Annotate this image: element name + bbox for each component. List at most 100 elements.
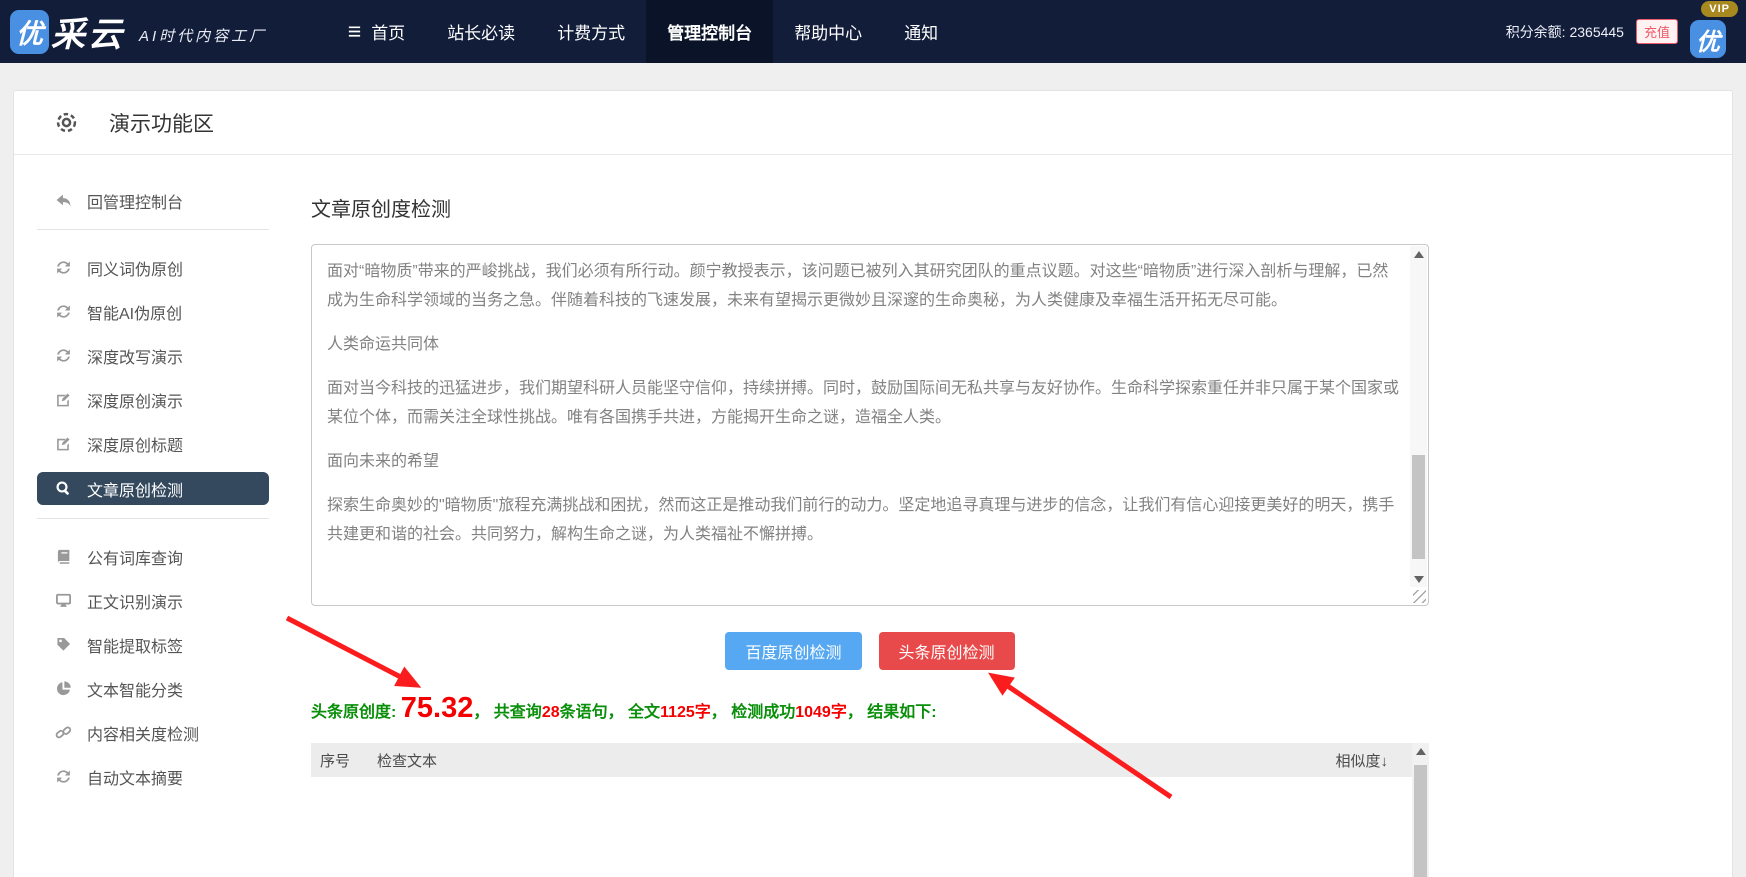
panel-header: 演示功能区 — [14, 91, 1732, 155]
sync-icon — [55, 259, 72, 276]
sync-icon — [55, 303, 72, 320]
main-content: 文章原创度检测 面对“暗物质”带来的严峻挑战，我们必须有所行动。颜宁教授表示，该… — [269, 155, 1732, 877]
sidebar-item-deep-original-demo[interactable]: 深度原创演示 — [37, 384, 269, 415]
account-area: 积分余额: 2365445 充值 优 VIP — [1506, 0, 1746, 63]
nav-item-pricing[interactable]: 计费方式 — [536, 0, 646, 63]
baidu-check-button[interactable]: 百度原创检测 — [725, 632, 862, 670]
sidebar-item-label: 文章原创检测 — [87, 482, 184, 500]
sidebar-item-label: 内容相关度检测 — [87, 726, 200, 744]
resize-grip-icon[interactable] — [1413, 590, 1426, 603]
sidebar-item-ai-rewrite[interactable]: 智能AI伪原创 — [37, 296, 269, 327]
brand-logo[interactable]: 优 采云 AI时代内容工厂 — [0, 7, 267, 56]
nav-item-label: 帮助中心 — [794, 24, 863, 43]
points-balance: 积分余额: 2365445 — [1505, 23, 1624, 40]
col-header-index: 序号 — [320, 752, 351, 770]
sidebar-item-body-extraction-demo[interactable]: 正文识别演示 — [37, 585, 269, 616]
user-avatar-wrap: 优 VIP — [1690, 0, 1738, 63]
reply-icon — [55, 192, 72, 209]
sidebar-item-public-lexicon[interactable]: 公有词库查询 — [37, 541, 269, 572]
originality-score: 75.32 — [400, 692, 474, 724]
nav-item-admin-console[interactable]: 管理控制台 — [646, 0, 774, 63]
total-chars: 1125字 — [660, 704, 711, 721]
monitor-icon — [55, 592, 72, 609]
checked-chars: 1049字 — [795, 704, 847, 721]
scrollbar-thumb[interactable] — [1414, 765, 1427, 877]
sidebar-item-label: 自动文本摘要 — [87, 770, 184, 788]
tag-icon — [55, 636, 72, 653]
link-icon — [55, 724, 72, 741]
article-textarea-box: 面对“暗物质”带来的严峻挑战，我们必须有所行动。颜宁教授表示，该问题已被列入其研… — [311, 244, 1429, 606]
sidebar-item-label: 深度原创标题 — [87, 437, 184, 455]
vip-badge: VIP — [1701, 1, 1738, 17]
panel-title: 演示功能区 — [109, 112, 214, 136]
brand-logo-icon: 优 — [10, 9, 49, 54]
nav-item-label: 站长必读 — [447, 24, 516, 43]
sidebar-item-label: 深度原创演示 — [87, 393, 184, 411]
nav-item-label: 计费方式 — [557, 24, 626, 43]
scrollbar-thumb[interactable] — [1412, 455, 1425, 559]
sidebar-item-back-to-console[interactable]: 回管理控制台 — [37, 185, 269, 216]
edit-icon — [55, 391, 72, 408]
result-text: ， 共查询 — [473, 704, 542, 721]
nav-item-label: 管理控制台 — [667, 24, 753, 43]
nav-item-home[interactable]: 首页 — [325, 0, 426, 63]
result-text: 条语句， 全文 — [559, 704, 661, 721]
sidebar-item-originality-check[interactable]: 文章原创检测 — [37, 472, 269, 505]
pie-chart-icon — [55, 680, 72, 697]
toutiao-check-button[interactable]: 头条原创检测 — [878, 632, 1015, 670]
gear-icon — [54, 110, 79, 135]
nav-item-help-center[interactable]: 帮助中心 — [773, 0, 883, 63]
table-body — [311, 777, 1429, 877]
sidebar-item-deep-original-title[interactable]: 深度原创标题 — [37, 428, 269, 459]
list-icon — [346, 24, 363, 39]
sidebar-item-label: 智能AI伪原创 — [87, 305, 183, 323]
brand-name: 采云 — [51, 15, 125, 55]
sidebar-item-label: 深度改写演示 — [87, 349, 184, 367]
sidebar-item-smart-tags[interactable]: 智能提取标签 — [37, 629, 269, 660]
sidebar-item-deep-rewrite-demo[interactable]: 深度改写演示 — [37, 340, 269, 371]
sidebar-item-synonym-rewrite[interactable]: 同义词伪原创 — [37, 252, 269, 283]
result-text: ， 检测成功 — [710, 704, 796, 721]
textarea-scrollbar[interactable] — [1410, 246, 1427, 587]
sidebar: 回管理控制台 同义词伪原创 智能AI伪原创 深度改写演示 深度原创演示 深度原创… — [14, 155, 269, 877]
sidebar-item-label: 正文识别演示 — [87, 594, 184, 612]
col-header-checked-text: 检查文本 — [377, 752, 438, 770]
sidebar-item-auto-summary[interactable]: 自动文本摘要 — [37, 761, 269, 792]
sidebar-item-label: 回管理控制台 — [87, 194, 184, 212]
nav-item-notifications[interactable]: 通知 — [883, 0, 959, 63]
table-header-row: 序号 检查文本 相似度↓ — [311, 743, 1429, 777]
sidebar-item-label: 文本智能分类 — [87, 682, 184, 700]
article-textarea[interactable]: 面对“暗物质”带来的严峻挑战，我们必须有所行动。颜宁教授表示，该问题已被列入其研… — [313, 246, 1408, 604]
sidebar-item-content-relevance[interactable]: 内容相关度检测 — [37, 717, 269, 748]
result-label: 头条原创度: — [311, 704, 401, 721]
search-icon — [55, 480, 72, 497]
edit-icon — [55, 435, 72, 452]
scroll-down-arrow[interactable] — [1410, 571, 1427, 587]
sidebar-item-label: 同义词伪原创 — [87, 261, 184, 279]
result-summary: 头条原创度: 75.32， 共查询28条语句， 全文1125字， 检测成功104… — [311, 692, 1732, 725]
col-header-similarity-sort[interactable]: 相似度↓ — [1282, 750, 1412, 771]
book-icon — [55, 548, 72, 565]
scroll-up-arrow[interactable] — [1412, 743, 1429, 759]
recharge-button[interactable]: 充值 — [1635, 19, 1678, 44]
avatar[interactable]: 优 — [1690, 20, 1726, 58]
nav-item-label: 通知 — [904, 24, 939, 43]
sidebar-item-label: 公有词库查询 — [87, 550, 184, 568]
sentence-count: 28 — [541, 704, 560, 721]
page-title: 文章原创度检测 — [311, 199, 451, 221]
nav-item-label: 首页 — [371, 24, 406, 43]
top-navbar: 优 采云 AI时代内容工厂 首页 站长必读 计费方式 管理控制台 帮助中心 通知… — [0, 0, 1746, 63]
nav-item-webmaster-guide[interactable]: 站长必读 — [426, 0, 536, 63]
table-scrollbar[interactable] — [1412, 743, 1429, 877]
demo-panel-card: 演示功能区 回管理控制台 同义词伪原创 智能AI伪原创 深度改写演示 深度原创演… — [13, 90, 1733, 877]
sidebar-item-text-classification[interactable]: 文本智能分类 — [37, 673, 269, 704]
result-table: 序号 检查文本 相似度↓ — [311, 743, 1429, 877]
main-menu: 首页 站长必读 计费方式 管理控制台 帮助中心 通知 — [325, 0, 959, 63]
action-buttons: 百度原创检测 头条原创检测 — [311, 632, 1429, 670]
brand-tagline: AI时代内容工厂 — [139, 28, 268, 45]
sync-icon — [55, 768, 72, 785]
sync-icon — [55, 347, 72, 364]
scroll-up-arrow[interactable] — [1410, 246, 1427, 262]
sidebar-divider — [37, 518, 269, 519]
result-text: ， 结果如下: — [846, 704, 937, 721]
